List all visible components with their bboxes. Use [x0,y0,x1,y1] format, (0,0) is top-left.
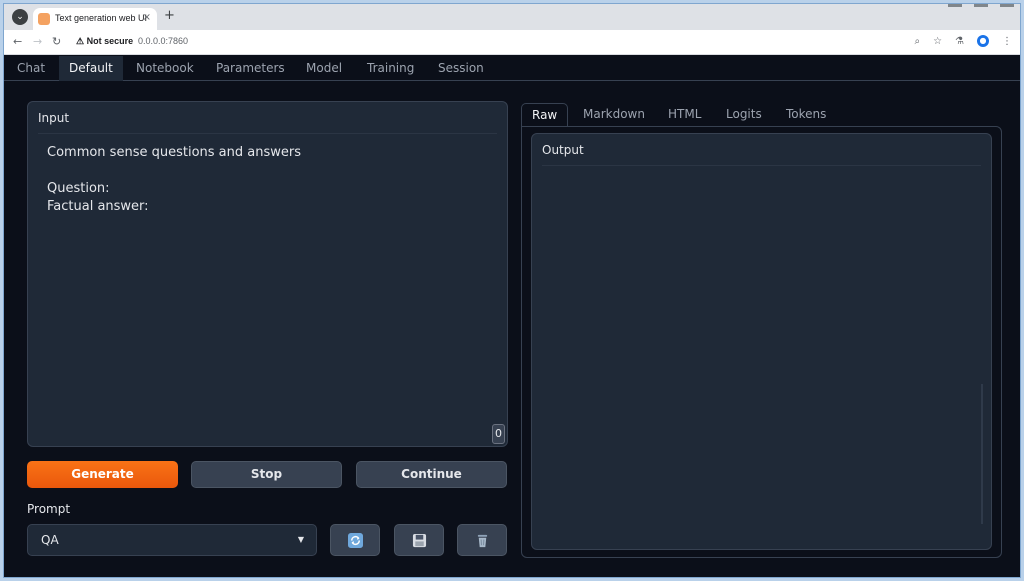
input-textbox[interactable]: Input Common sense questions and answers… [27,101,508,447]
prompt-selected-value: QA [41,533,59,547]
tab-logits[interactable]: Logits [716,103,772,127]
divider [38,133,497,134]
output-scrollbar[interactable] [981,384,983,524]
forward-icon[interactable]: → [33,35,42,49]
tab-tokens[interactable]: Tokens [776,103,836,127]
stop-button[interactable]: Stop [191,461,342,488]
address-bar-icons: ⌕ ☆ ⚗ ● ⋮ [914,35,1012,49]
back-icon[interactable]: ← [13,35,22,49]
url-field[interactable]: ⚠ Not secure 0.0.0.0:7860 [72,34,942,51]
tab-session[interactable]: Session [428,56,494,81]
window-controls [948,4,1014,10]
close-tab-icon[interactable]: × [143,12,151,23]
browser-window: ⌄ Text generation web UI × + ← → ↻ ⚠ Not… [3,3,1021,578]
tab-raw[interactable]: Raw [521,103,569,127]
browser-tab-title: Text generation web UI [55,13,148,23]
input-text[interactable]: Common sense questions and answers Quest… [47,144,301,216]
bookmark-star-icon[interactable]: ☆ [933,35,942,49]
tab-notebook[interactable]: Notebook [126,56,204,81]
prompt-dropdown[interactable]: QA ▼ [27,524,317,556]
tab-markdown[interactable]: Markdown [573,103,655,127]
minimize-icon[interactable] [948,4,962,7]
main-tab-bar: Chat Default Notebook Parameters Model T… [4,56,1020,81]
prompt-label: Prompt [27,502,71,516]
reload-icon[interactable]: ↻ [52,35,61,49]
close-window-icon[interactable] [1000,4,1014,7]
dropdown-arrow-icon: ▼ [297,535,304,544]
new-tab-button[interactable]: + [164,9,175,23]
security-indicator[interactable]: ⚠ Not secure [76,36,133,47]
tab-default[interactable]: Default [59,56,123,81]
token-count-badge: 0 [492,424,505,444]
save-prompt-button[interactable] [394,524,444,556]
generate-button[interactable]: Generate [27,461,178,488]
refresh-icon [348,533,363,548]
url-text: 0.0.0.0:7860 [138,36,189,46]
save-icon [412,533,427,548]
favicon-icon [38,13,50,25]
profile-avatar-icon[interactable]: ● [977,35,989,47]
delete-prompt-button[interactable] [457,524,507,556]
not-secure-label: Not secure [86,36,134,46]
tab-html[interactable]: HTML [658,103,711,127]
tab-training[interactable]: Training [357,56,424,81]
tab-chat[interactable]: Chat [7,56,55,81]
maximize-icon[interactable] [974,4,988,7]
refresh-prompts-button[interactable] [330,524,380,556]
labs-flask-icon[interactable]: ⚗ [955,35,964,49]
trash-icon [477,534,488,548]
continue-button[interactable]: Continue [356,461,507,488]
output-textbox[interactable]: Output [531,133,992,550]
zoom-icon[interactable]: ⌕ [914,35,920,49]
tab-search-icon[interactable]: ⌄ [12,9,28,25]
input-label: Input [38,111,70,125]
browser-tab[interactable]: Text generation web UI × [33,8,157,30]
browser-tab-strip: ⌄ Text generation web UI × + [4,4,1020,30]
output-label: Output [542,143,584,157]
divider [542,165,981,166]
address-bar: ← → ↻ ⚠ Not secure 0.0.0.0:7860 ⌕ ☆ ⚗ ● … [4,30,1020,55]
tab-model[interactable]: Model [296,56,352,81]
tab-parameters[interactable]: Parameters [206,56,295,81]
more-menu-icon[interactable]: ⋮ [1002,35,1012,49]
